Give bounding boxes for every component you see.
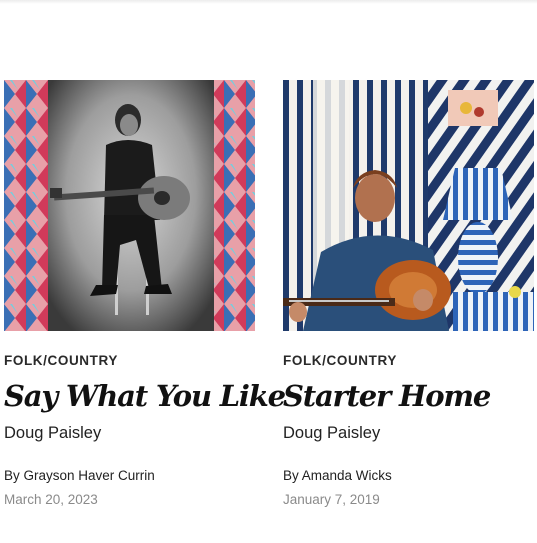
genre-label[interactable]: FOLK/COUNTRY	[4, 353, 256, 369]
review-date: March 20, 2023	[4, 492, 98, 507]
genre-label[interactable]: FOLK/COUNTRY	[283, 353, 535, 369]
top-divider	[0, 0, 537, 4]
album-title[interactable]: Say What You Like	[4, 379, 286, 413]
album-cover-link[interactable]	[4, 80, 256, 331]
artist-name[interactable]: Doug Paisley	[4, 423, 256, 443]
album-cover-link[interactable]	[283, 80, 535, 331]
artist-name[interactable]: Doug Paisley	[283, 423, 535, 443]
review-byline[interactable]: By Grayson Haver Currin	[4, 468, 256, 484]
album-cover-guitarist-striped-room-icon	[283, 80, 534, 331]
album-cover-image[interactable]	[283, 80, 534, 331]
album-cover-image[interactable]	[4, 80, 255, 331]
review-card-starter-home[interactable]: FOLK/COUNTRY Starter Home Doug Paisley B…	[283, 80, 535, 508]
album-title[interactable]: Starter Home	[283, 379, 535, 413]
album-cover-guitarist-bw-icon	[4, 80, 255, 331]
review-byline[interactable]: By Amanda Wicks	[283, 468, 535, 484]
review-date: January 7, 2019	[283, 492, 380, 507]
review-card-say-what-you-like[interactable]: FOLK/COUNTRY Say What You Like Doug Pais…	[4, 80, 286, 508]
